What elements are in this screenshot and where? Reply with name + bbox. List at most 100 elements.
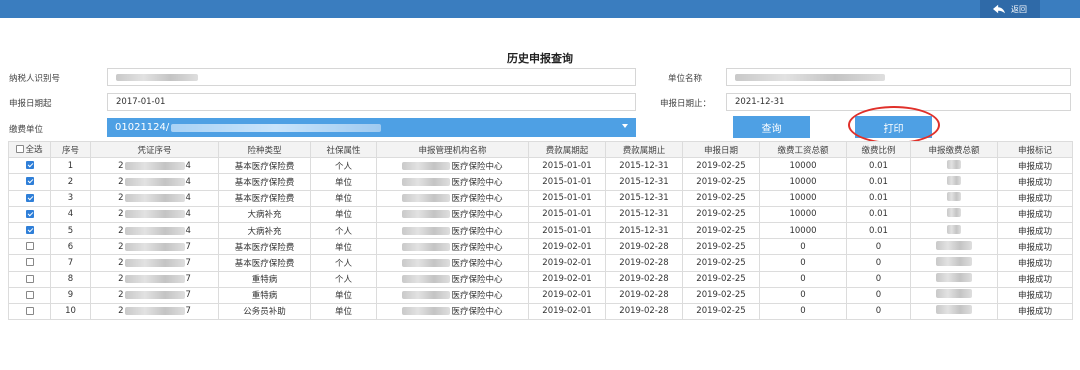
org-cell: 医疗保险中心 xyxy=(376,302,529,321)
pay-ratio: 0 xyxy=(846,286,911,304)
redacted-value xyxy=(735,73,885,81)
table-row[interactable]: 2 2 4 基本医疗保险费 单位 医疗保险中心 2015-01-01 2015-12-31 20… xyxy=(8,173,1073,191)
table-row[interactable]: 8 2 7 重特病 个人 医疗保险中心 2019-02-01 2019-02-28 2019-0… xyxy=(8,270,1073,288)
row-checkbox[interactable] xyxy=(25,274,34,283)
voucher-cell: 27 xyxy=(90,302,219,321)
column-header: 申报管理机构名称 xyxy=(376,140,529,159)
row-checkbox[interactable] xyxy=(25,290,34,299)
print-button[interactable]: 打印 xyxy=(855,116,932,138)
status-cell: 申报成功 xyxy=(997,238,1073,256)
voucher-tail: 4 xyxy=(185,160,191,171)
org-name: 医疗保险中心 xyxy=(451,177,503,188)
table-header-row: 全选 序号 凭证序号 险种类型 社保属性 申报管理机构名称 费款属期起 费款属期… xyxy=(8,140,1073,159)
insurance-attr: 个人 xyxy=(310,254,377,272)
row-checkbox[interactable] xyxy=(25,226,34,235)
row-select-cell[interactable] xyxy=(8,254,51,272)
column-header: 申报日期 xyxy=(682,140,760,159)
row-select-cell[interactable] xyxy=(8,173,51,191)
amount-cell xyxy=(910,189,998,207)
payer-unit-label: 缴费单位 xyxy=(9,125,44,135)
voucher-cell: 24 xyxy=(90,221,219,240)
redacted-value xyxy=(947,159,961,169)
taxpayer-id-field[interactable] xyxy=(107,68,636,86)
table-row[interactable]: 10 2 7 公务员补助 单位 医疗保险中心 2019-02-01 2019-02-28 201… xyxy=(8,302,1073,321)
voucher-cell: 24 xyxy=(90,189,219,207)
date-from-input[interactable]: 2017-01-01 xyxy=(107,93,636,111)
redacted-value xyxy=(124,177,185,186)
declare-date: 2019-02-25 xyxy=(682,270,760,288)
query-button[interactable]: 查询 xyxy=(733,116,810,138)
redacted-value xyxy=(402,177,451,186)
org-name: 医疗保险中心 xyxy=(451,194,503,205)
row-select-cell[interactable] xyxy=(8,205,51,223)
table-row[interactable]: 9 2 7 重特病 单位 医疗保险中心 2019-02-01 2019-02-28 2019-0… xyxy=(8,286,1073,304)
redacted-value xyxy=(116,73,198,81)
declaration-table: 全选 序号 凭证序号 险种类型 社保属性 申报管理机构名称 费款属期起 费款属期… xyxy=(8,140,1073,321)
column-header: 申报标记 xyxy=(997,140,1073,159)
voucher-tail: 4 xyxy=(185,176,191,187)
period-to: 2019-02-28 xyxy=(605,302,683,321)
row-checkbox[interactable] xyxy=(25,209,34,218)
redacted-value xyxy=(124,275,185,284)
insurance-attr: 单位 xyxy=(310,286,377,304)
org-name: 医疗保险中心 xyxy=(451,258,503,269)
period-to: 2015-12-31 xyxy=(605,173,683,191)
payer-unit-select[interactable]: 01021124/ xyxy=(107,118,636,137)
row-select-cell[interactable] xyxy=(8,189,51,207)
table-row[interactable]: 4 2 4 大病补充 单位 医疗保险中心 2015-01-01 2015-12-31 2019-… xyxy=(8,205,1073,223)
select-all-checkbox[interactable] xyxy=(16,145,25,154)
unit-name-field[interactable] xyxy=(726,68,1071,86)
voucher-cell: 27 xyxy=(90,238,219,256)
column-header: 险种类型 xyxy=(218,140,311,159)
insurance-attr: 个人 xyxy=(310,221,377,240)
amount-cell xyxy=(910,205,998,223)
voucher-tail: 7 xyxy=(185,257,191,268)
insurance-type: 基本医疗保险费 xyxy=(218,157,311,175)
date-to-label: 申报日期止： xyxy=(660,99,712,109)
declare-date: 2019-02-25 xyxy=(682,302,760,321)
table-row[interactable]: 3 2 4 基本医疗保险费 单位 医疗保险中心 2015-01-01 2015-12-31 20… xyxy=(8,189,1073,207)
row-number: 10 xyxy=(50,302,91,321)
voucher-tail: 4 xyxy=(185,209,191,220)
row-select-cell[interactable] xyxy=(8,286,51,304)
table-row[interactable]: 5 2 4 大病补充 个人 医疗保险中心 2015-01-01 2015-12-31 2019-… xyxy=(8,221,1073,240)
redacted-value xyxy=(402,291,451,300)
row-select-cell[interactable] xyxy=(8,270,51,288)
org-name: 医疗保险中心 xyxy=(451,210,503,221)
status-cell: 申报成功 xyxy=(997,173,1073,191)
row-checkbox[interactable] xyxy=(25,258,34,267)
row-select-cell[interactable] xyxy=(8,302,51,321)
select-all-header[interactable]: 全选 xyxy=(8,140,51,159)
row-select-cell[interactable] xyxy=(8,157,51,175)
row-select-cell[interactable] xyxy=(8,238,51,256)
amount-cell xyxy=(910,302,998,321)
row-checkbox[interactable] xyxy=(25,242,34,251)
redacted-value xyxy=(947,175,961,185)
row-checkbox[interactable] xyxy=(25,193,34,202)
chevron-down-icon xyxy=(622,124,628,128)
voucher-tail: 7 xyxy=(185,306,191,317)
voucher-cell: 24 xyxy=(90,205,219,223)
redacted-value xyxy=(402,161,451,170)
date-to-input[interactable]: 2021-12-31 xyxy=(726,93,1071,111)
column-header: 费款属期起 xyxy=(528,140,606,159)
voucher-head: 2 xyxy=(118,257,124,268)
table-body: 1 2 4 基本医疗保险费 个人 医疗保险中心 2015-01-01 2015-12-31 20… xyxy=(8,157,1073,321)
row-checkbox[interactable] xyxy=(25,161,34,170)
table-row[interactable]: 1 2 4 基本医疗保险费 个人 医疗保险中心 2015-01-01 2015-12-31 20… xyxy=(8,157,1073,175)
table-row[interactable]: 6 2 7 基本医疗保险费 单位 医疗保险中心 2019-02-01 2019-02-28 20… xyxy=(8,238,1073,256)
taxpayer-id-label: 纳税人识别号 xyxy=(9,74,61,84)
row-checkbox[interactable] xyxy=(25,177,34,186)
amount-cell xyxy=(910,238,998,256)
table-row[interactable]: 7 2 7 基本医疗保险费 个人 医疗保险中心 2019-02-01 2019-02-28 20… xyxy=(8,254,1073,272)
row-select-cell[interactable] xyxy=(8,221,51,240)
row-checkbox[interactable] xyxy=(25,306,34,315)
period-to: 2015-12-31 xyxy=(605,205,683,223)
voucher-tail: 4 xyxy=(185,193,191,204)
org-name: 医疗保险中心 xyxy=(451,307,503,318)
redacted-value xyxy=(402,258,451,267)
back-button[interactable]: 返回 xyxy=(980,0,1040,18)
pay-ratio: 0 xyxy=(846,270,911,288)
declare-date: 2019-02-25 xyxy=(682,173,760,191)
back-arrow-icon xyxy=(993,4,1005,14)
